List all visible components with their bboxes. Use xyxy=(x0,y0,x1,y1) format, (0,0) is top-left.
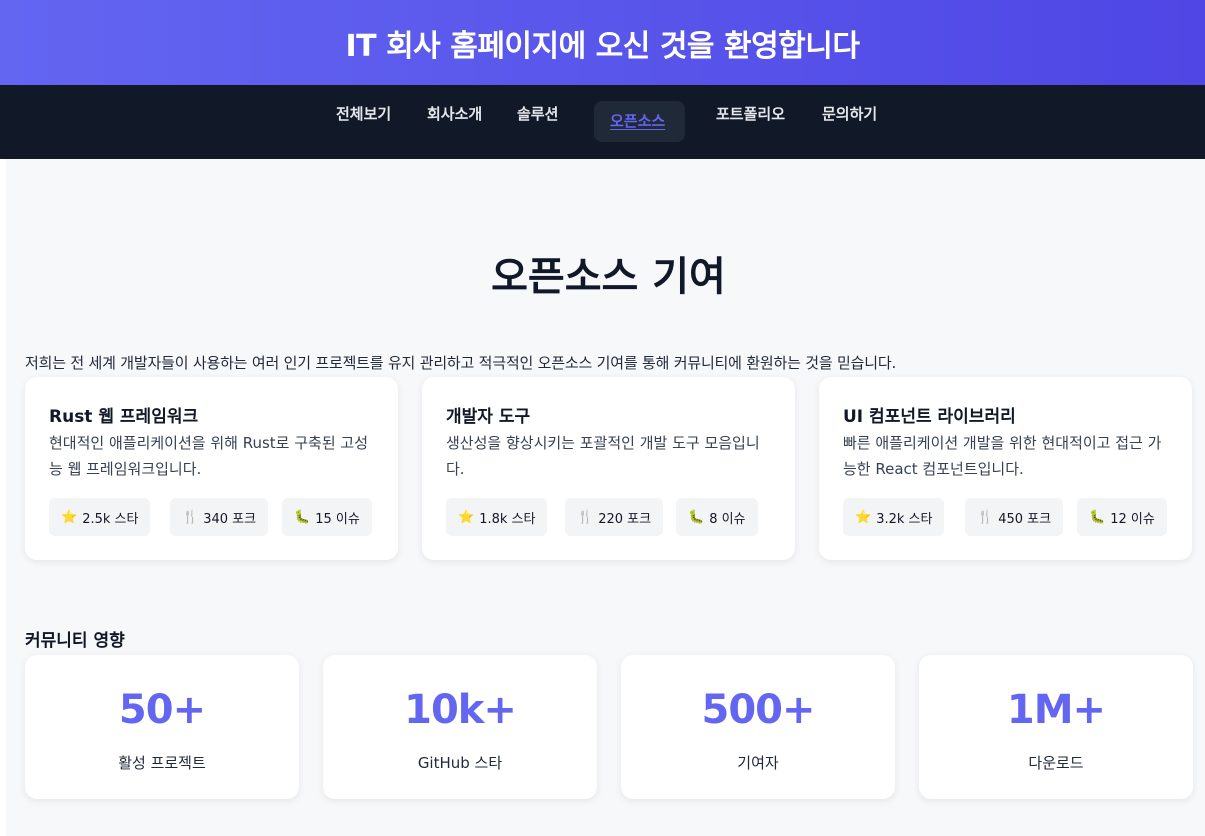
metric-card: 1M+ 다운로드 xyxy=(919,655,1193,799)
forks-badge[interactable]: 🍴 340 포크 xyxy=(170,498,269,536)
nav-item-all[interactable]: 전체보기 xyxy=(336,103,391,125)
issues-badge[interactable]: 🐛 15 이슈 xyxy=(282,498,372,536)
stars-count: 2.5k 스타 xyxy=(82,511,139,527)
issues-count: 8 이슈 xyxy=(709,511,746,527)
intro-text: 저희는 전 세계 개발자들이 사용하는 여러 인기 프로젝트를 유지 관리하고 … xyxy=(25,354,897,372)
metric-card: 500+ 기여자 xyxy=(621,655,895,799)
fork-icon: 🍴 xyxy=(577,509,594,525)
stars-count: 1.8k 스타 xyxy=(479,511,536,527)
project-card: 개발자 도구 생산성을 향상시키는 포괄적인 개발 도구 모음입니다. ⭐ 1.… xyxy=(422,377,795,560)
metric-value: 1M+ xyxy=(1006,687,1106,733)
metric-card: 10k+ GitHub 스타 xyxy=(323,655,597,799)
star-icon: ⭐ xyxy=(855,509,872,525)
stars-badge[interactable]: ⭐ 3.2k 스타 xyxy=(843,498,945,536)
project-description: 현대적인 애플리케이션을 위해 Rust로 구축된 고성능 웹 프레임워크입니다… xyxy=(49,434,368,478)
star-icon: ⭐ xyxy=(458,509,475,525)
project-title: Rust 웹 프레임워크 xyxy=(49,407,199,427)
forks-badge[interactable]: 🍴 220 포크 xyxy=(565,498,664,536)
issues-badge[interactable]: 🐛 12 이슈 xyxy=(1077,498,1167,536)
section-title: 오픈소스 기여 xyxy=(491,254,726,300)
nav-item-solutions[interactable]: 솔루션 xyxy=(517,103,558,125)
metric-label: GitHub 스타 xyxy=(417,754,503,772)
bug-icon: 🐛 xyxy=(1089,509,1106,525)
metric-card: 50+ 활성 프로젝트 xyxy=(25,655,299,799)
metric-value: 500+ xyxy=(701,687,815,733)
metric-label: 활성 프로젝트 xyxy=(118,754,206,772)
metric-value: 50+ xyxy=(118,687,206,733)
project-description: 생산성을 향상시키는 포괄적인 개발 도구 모음입니다. xyxy=(446,434,760,478)
bug-icon: 🐛 xyxy=(294,509,311,525)
project-title: UI 컴포넌트 라이브러리 xyxy=(843,407,1016,427)
stars-count: 3.2k 스타 xyxy=(876,511,933,527)
nav-item-contact[interactable]: 문의하기 xyxy=(822,103,877,125)
issues-count: 12 이슈 xyxy=(1110,511,1155,527)
community-title: 커뮤니티 영향 xyxy=(25,631,125,651)
forks-count: 220 포크 xyxy=(598,511,652,527)
main-nav: 전체보기 회사소개 솔루션 오픈소스 포트폴리오 문의하기 xyxy=(0,85,1205,159)
nav-item-about[interactable]: 회사소개 xyxy=(427,103,482,125)
stars-badge[interactable]: ⭐ 1.8k 스타 xyxy=(446,498,548,536)
project-card: UI 컴포넌트 라이브러리 빠른 애플리케이션 개발을 위한 현대적이고 접근 … xyxy=(819,377,1192,560)
metric-label: 기여자 xyxy=(737,754,779,772)
forks-badge[interactable]: 🍴 450 포크 xyxy=(965,498,1064,536)
star-icon: ⭐ xyxy=(61,509,78,525)
stars-badge[interactable]: ⭐ 2.5k 스타 xyxy=(49,498,151,536)
project-card: Rust 웹 프레임워크 현대적인 애플리케이션을 위해 Rust로 구축된 고… xyxy=(25,377,398,560)
metric-value: 10k+ xyxy=(404,687,517,733)
fork-icon: 🍴 xyxy=(977,509,994,525)
bug-icon: 🐛 xyxy=(688,509,705,525)
project-title: 개발자 도구 xyxy=(446,407,531,427)
page-title: IT 회사 홈페이지에 오신 것을 환영합니다 xyxy=(345,28,860,64)
metric-label: 다운로드 xyxy=(1028,754,1084,772)
fork-icon: 🍴 xyxy=(182,509,199,525)
forks-count: 340 포크 xyxy=(203,511,257,527)
issues-badge[interactable]: 🐛 8 이슈 xyxy=(676,498,758,536)
forks-count: 450 포크 xyxy=(998,511,1052,527)
page-header: IT 회사 홈페이지에 오신 것을 환영합니다 xyxy=(0,0,1205,85)
issues-count: 15 이슈 xyxy=(315,511,360,527)
nav-item-opensource[interactable]: 오픈소스 xyxy=(594,101,685,142)
project-description: 빠른 애플리케이션 개발을 위한 현대적이고 접근 가능한 React 컴포넌트… xyxy=(843,434,1162,478)
nav-item-portfolio[interactable]: 포트폴리오 xyxy=(716,103,785,125)
